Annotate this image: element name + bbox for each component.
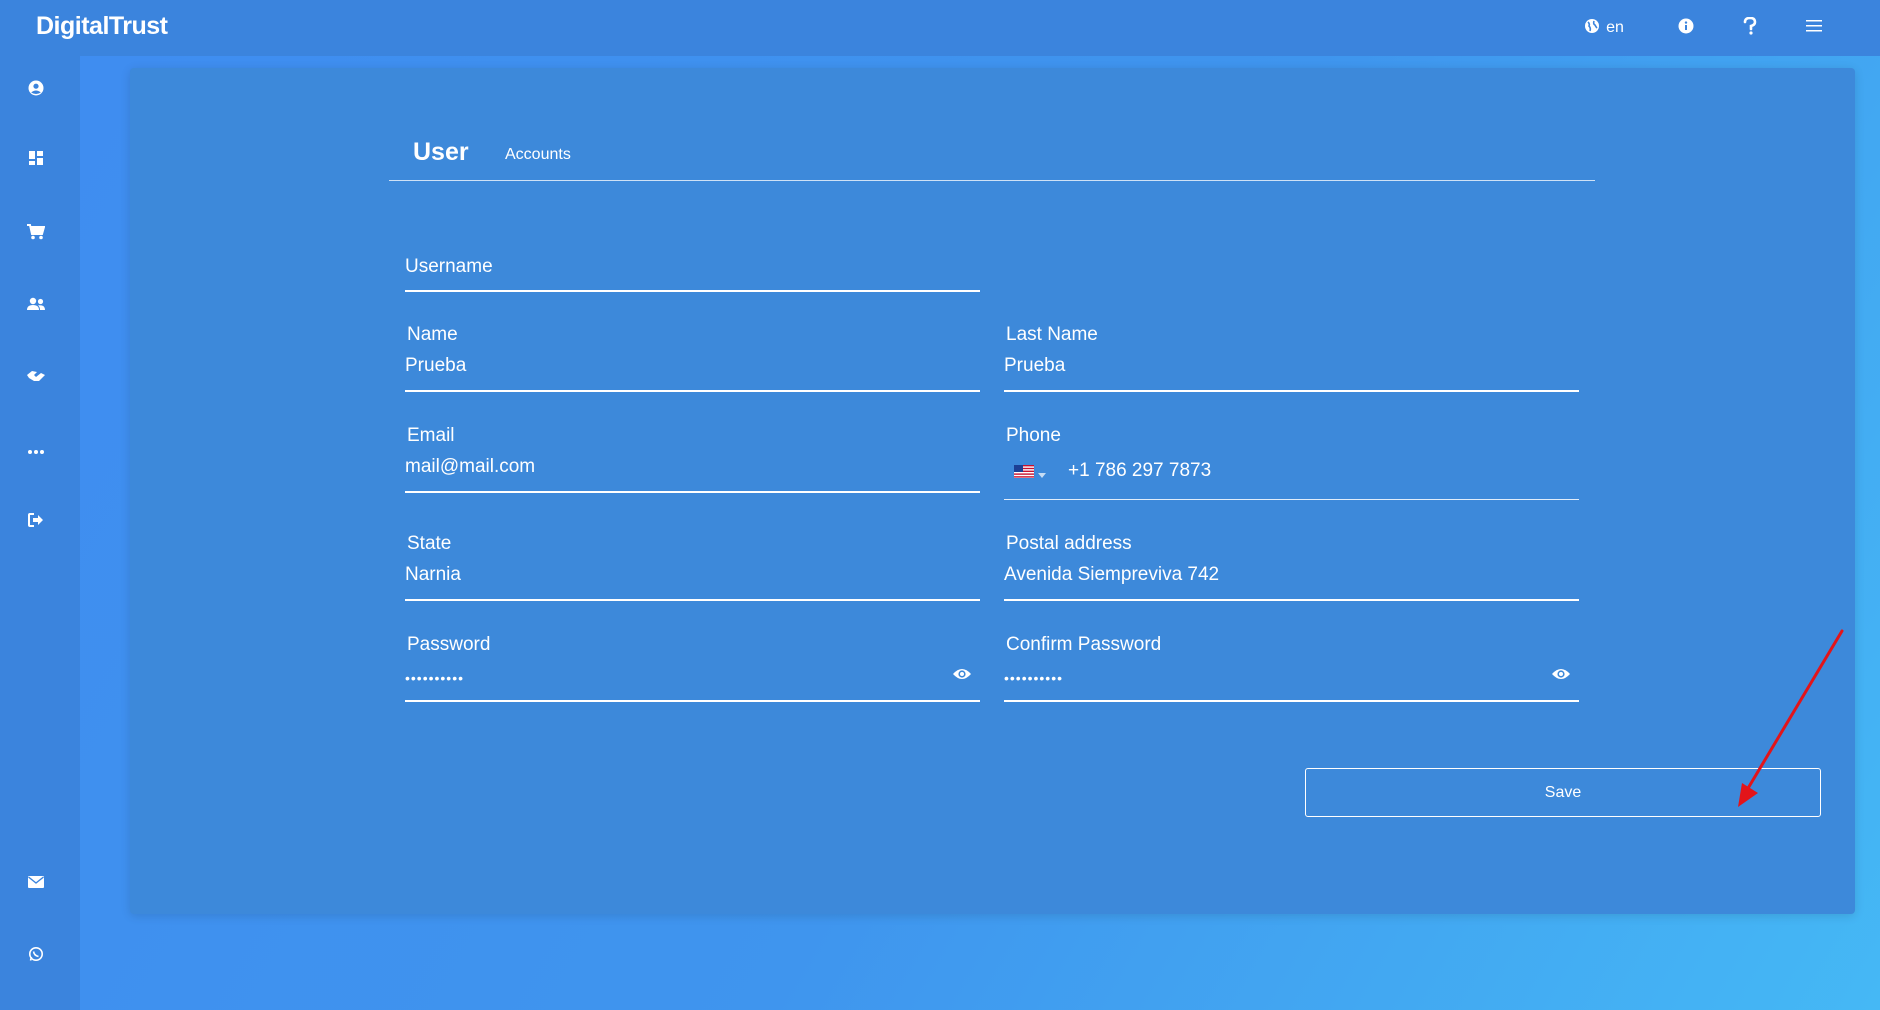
name-value: Prueba: [405, 355, 467, 376]
menu-icon: [1806, 19, 1822, 38]
state-label: State: [407, 533, 452, 554]
confirm-password-underline: [1004, 700, 1579, 702]
username-field[interactable]: Username: [405, 254, 980, 294]
users-icon: [26, 297, 46, 316]
email-underline: [405, 491, 980, 493]
password-label: Password: [407, 634, 491, 655]
postal-address-value: Avenida Siempreviva 742: [1004, 564, 1220, 585]
state-value: Narnia: [405, 564, 461, 585]
username-placeholder: Username: [405, 256, 493, 277]
cart-icon: [27, 223, 46, 245]
postal-address-field[interactable]: Postal address Avenida Siempreviva 742: [1004, 533, 1579, 605]
show-confirm-password-toggle[interactable]: [1551, 667, 1571, 686]
last-name-field[interactable]: Last Name Prueba: [1004, 324, 1579, 396]
email-field[interactable]: Email mail@mail.com: [405, 425, 980, 497]
eye-icon: [952, 668, 972, 685]
dashboard-icon: [29, 150, 43, 170]
sidebar-item-users[interactable]: [20, 290, 52, 322]
app-logo[interactable]: DigitalTrust: [36, 12, 168, 41]
last-name-underline: [1004, 390, 1579, 392]
name-label: Name: [407, 324, 458, 345]
help-button[interactable]: [1736, 14, 1764, 42]
logout-icon: [28, 512, 44, 532]
phone-field[interactable]: Phone +1 786 297 7873: [1004, 425, 1579, 505]
sidebar-item-mail[interactable]: [20, 868, 52, 900]
tab-accounts[interactable]: Accounts: [505, 146, 571, 164]
language-label: en: [1606, 19, 1624, 36]
info-button[interactable]: [1672, 14, 1700, 42]
confirm-password-label: Confirm Password: [1006, 634, 1162, 655]
phone-label: Phone: [1006, 425, 1061, 446]
help-icon: [1743, 16, 1757, 40]
password-underline: [405, 700, 980, 702]
country-selector[interactable]: [1014, 465, 1046, 483]
username-underline: [405, 290, 980, 292]
handshake-icon: [26, 369, 46, 388]
sidebar-item-logout[interactable]: [20, 506, 52, 538]
whatsapp-icon: [28, 946, 44, 967]
tab-user[interactable]: User: [413, 138, 469, 167]
confirm-password-field[interactable]: Confirm Password ••••••••••: [1004, 634, 1579, 706]
state-field[interactable]: State Narnia: [405, 533, 980, 605]
language-selector[interactable]: en: [1574, 14, 1634, 42]
postal-address-label: Postal address: [1006, 533, 1132, 554]
phone-underline: [1004, 499, 1579, 500]
email-value: mail@mail.com: [405, 456, 536, 477]
state-underline: [405, 599, 980, 601]
more-icon: [28, 441, 44, 459]
annotation-arrow: [1738, 629, 1844, 807]
menu-button[interactable]: [1800, 14, 1828, 42]
eye-icon: [1551, 668, 1571, 685]
top-bar: DigitalTrust en: [0, 0, 1880, 56]
mail-icon: [28, 875, 44, 893]
password-field[interactable]: Password ••••••••••: [405, 634, 980, 706]
profile-panel: User Accounts Username Name Prueba Last …: [130, 68, 1855, 914]
email-label: Email: [407, 425, 455, 446]
postal-address-underline: [1004, 599, 1579, 601]
us-flag-icon: [1014, 465, 1034, 483]
sidebar-item-more[interactable]: [20, 434, 52, 466]
confirm-password-value: ••••••••••: [1004, 670, 1064, 686]
sidebar-item-profile[interactable]: [20, 74, 52, 106]
chevron-down-icon: [1038, 465, 1046, 483]
name-underline: [405, 390, 980, 392]
last-name-value: Prueba: [1004, 355, 1066, 376]
sidebar-item-whatsapp[interactable]: [20, 940, 52, 972]
sidebar: [0, 56, 80, 1010]
globe-icon: [1584, 18, 1600, 39]
sidebar-item-dashboard[interactable]: [20, 144, 52, 176]
show-password-toggle[interactable]: [952, 667, 972, 686]
sidebar-item-partners[interactable]: [20, 362, 52, 394]
sidebar-item-cart[interactable]: [20, 218, 52, 250]
name-field[interactable]: Name Prueba: [405, 324, 980, 396]
info-icon: [1678, 18, 1694, 39]
user-icon: [28, 80, 44, 101]
tab-bar: User Accounts: [389, 128, 1595, 181]
password-value: ••••••••••: [405, 670, 465, 686]
phone-value: +1 786 297 7873: [1068, 460, 1212, 481]
last-name-label: Last Name: [1006, 324, 1098, 345]
